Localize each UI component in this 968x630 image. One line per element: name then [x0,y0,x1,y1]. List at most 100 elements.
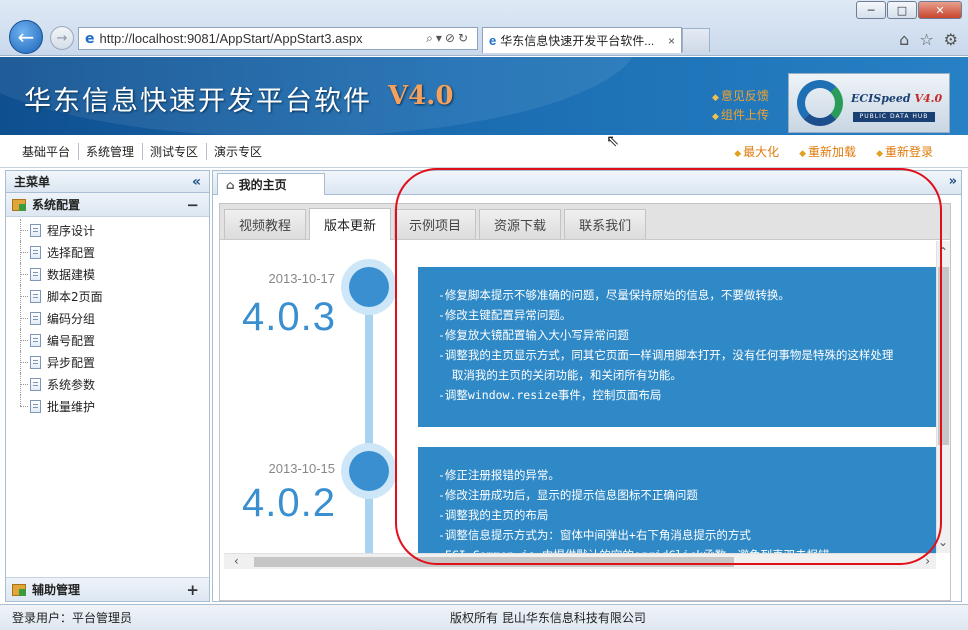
browser-toolbar-icons: ⌂ ☆ ⚙ [899,30,958,49]
home-icon: ⌂ [226,177,235,192]
address-url[interactable]: http://localhost:9081/AppStart/AppStart3… [100,31,427,46]
menu-basic-platform[interactable]: 基础平台 [22,143,78,160]
sidebar-tree: 程序设计 选择配置 数据建模 脚本2页面 编码分组 编号配置 异步配置 系统参数… [6,217,209,417]
brand-version: V4.0 [388,81,454,111]
release-date: 2013-10-17 [268,271,336,286]
bullet-icon: ◆ [712,93,719,103]
feedback-link[interactable]: ◆ 意见反馈 [712,87,769,104]
horizontal-scrollbar[interactable]: ‹ › [224,553,936,569]
top-menu-left: 基础平台 系统管理 测试专区 演示专区 [0,143,270,160]
sidebar-item-async-config[interactable]: 异步配置 [6,351,209,373]
page-icon [30,245,41,259]
logo-text: ECISpeed V4.0 [851,92,943,105]
page-icon [30,333,41,347]
folder-icon [12,198,26,211]
scroll-thumb[interactable] [254,557,734,567]
brand-title: 华东信息快速开发平台软件 [24,86,372,117]
maximize-button[interactable]: □ [887,1,917,19]
logged-in-user: 登录用户：平台管理员 [12,611,133,625]
vertical-scrollbar[interactable]: ⌃ ⌄ [936,241,950,553]
address-bar[interactable]: e http://localhost:9081/AppStart/AppStar… [78,27,478,50]
close-window-button[interactable]: ✕ [918,1,962,19]
app-banner: 华东信息快速开发平台软件 V4.0 ◆ 意见反馈 ◆ 组件上传 ECISpeed V… [0,57,968,135]
new-tab-button[interactable] [682,28,710,52]
release-version: 4.0.2 [242,481,336,525]
folder-icon [12,583,26,596]
panel-tabs: 视频教程 版本更新 示例项目 资源下载 联系我们 [220,204,950,240]
tab-close-icon[interactable]: × [668,34,675,48]
tab-video-tutorial[interactable]: 视频教程 [224,209,307,239]
copyright-text: 版权所有 昆山华东信息科技有限公司 [450,611,646,625]
sidebar-item-select-config[interactable]: 选择配置 [6,241,209,263]
minimize-button[interactable]: ─ [856,1,886,19]
forward-arrow-icon[interactable]: → [50,26,74,50]
menu-demo-zone[interactable]: 演示专区 [206,143,270,160]
sidebar-item-code-group[interactable]: 编码分组 [6,307,209,329]
page-icon [30,399,41,413]
mouse-cursor-icon: ⇖ [606,131,620,150]
tab-list-icon[interactable]: » [949,174,957,189]
scroll-down-icon[interactable]: ⌄ [938,535,948,549]
page-icon [30,223,41,237]
sidebar-group-system-config[interactable]: 系统配置 − [6,193,209,217]
scroll-thumb[interactable] [938,267,949,445]
sidebar-item-program-design[interactable]: 程序设计 [6,219,209,241]
bullet-icon: ◆ [712,112,719,122]
collapse-group-icon[interactable]: − [186,196,199,214]
sidebar-group-aux-management[interactable]: 辅助管理 + [6,577,209,601]
banner-links: ◆ 意见反馈 ◆ 组件上传 [712,87,769,123]
timeline-node [341,259,397,315]
reload-link[interactable]: ◆ 重新加载 [799,143,856,160]
group-label: 系统配置 [32,198,81,212]
star-icon[interactable]: ☆ [919,30,933,49]
relogin-link[interactable]: ◆ 重新登录 [876,143,933,160]
scroll-up-icon[interactable]: ⌃ [938,245,948,259]
sidebar-header: 主菜单 « [6,171,209,193]
timeline-node [341,443,397,499]
tab-label: 我的主页 [238,178,287,192]
bullet-icon: ◆ [799,149,807,159]
collapse-sidebar-icon[interactable]: « [192,174,201,190]
gear-icon[interactable]: ⚙ [944,30,958,49]
home-icon[interactable]: ⌂ [899,30,909,49]
ie-logo-icon: e [85,30,95,47]
logo-ring-icon [797,80,843,126]
sidebar-item-script-page[interactable]: 脚本2页面 [6,285,209,307]
tab-sample-project[interactable]: 示例项目 [394,209,477,239]
release-notes: -修复脚本提示不够准确的问题，尽量保持原始的信息，不要做转换。 -修改主键配置异… [418,267,936,427]
page-icon [30,377,41,391]
browser-tab[interactable]: e 华东信息快速开发平台软件... × [482,27,682,53]
address-tools-icon[interactable]: ⌕▾⊘↻ [426,31,471,46]
status-bar: 登录用户：平台管理员 版权所有 昆山华东信息科技有限公司 [0,604,968,630]
maximize-link[interactable]: ◆ 最大化 [734,143,779,160]
content-tab-bar: ⌂ 我的主页 » [213,171,961,195]
tab-resource-download[interactable]: 资源下载 [479,209,562,239]
bullet-icon: ◆ [876,149,883,159]
window-controls: ─ □ ✕ [856,1,962,19]
sidebar-title: 主菜单 [14,175,51,189]
sidebar-item-system-params[interactable]: 系统参数 [6,373,209,395]
scroll-right-icon[interactable]: › [925,554,930,568]
back-arrow-icon[interactable]: ← [9,20,43,54]
scroll-left-icon[interactable]: ‹ [234,554,239,568]
sidebar-item-number-config[interactable]: 编号配置 [6,329,209,351]
tab-contact-us[interactable]: 联系我们 [564,209,647,239]
page-icon [30,267,41,281]
eci-logo: ECISpeed V4.0 PUBLIC DATA HUB [788,73,950,133]
sidebar-item-batch-maintenance[interactable]: 批量维护 [6,395,209,417]
expand-group-icon[interactable]: + [186,581,199,599]
page-icon [30,311,41,325]
tab-version-update[interactable]: 版本更新 [309,208,392,240]
group-label: 辅助管理 [32,583,81,597]
release-timeline: 2013-10-17 4.0.3 -修复脚本提示不够准确的问题，尽量保持原始的信… [220,241,936,553]
sidebar: 主菜单 « 系统配置 − 程序设计 选择配置 数据建模 脚本2页面 编码分组 编… [5,170,210,602]
top-menu-right: ◆ 最大化 ◆ 重新加载 ◆ 重新登录 [734,143,933,160]
menu-system-management[interactable]: 系统管理 [78,143,142,160]
menu-test-zone[interactable]: 测试专区 [142,143,206,160]
tab-title: 华东信息快速开发平台软件... [500,34,655,48]
upload-component-link[interactable]: ◆ 组件上传 [712,106,769,123]
logo-subtext: PUBLIC DATA HUB [853,112,935,122]
page-icon [30,355,41,369]
sidebar-item-data-modeling[interactable]: 数据建模 [6,263,209,285]
tab-my-home[interactable]: ⌂ 我的主页 [217,173,325,195]
